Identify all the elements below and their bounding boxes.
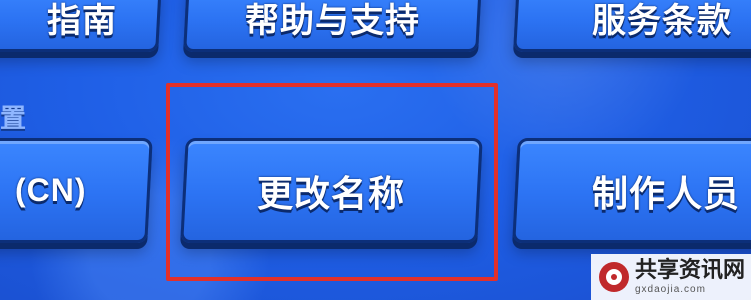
highlight-annotation-box: [166, 83, 498, 281]
watermark-text: 共享资讯网 gxdaojia.com: [635, 257, 746, 295]
credits-button[interactable]: 制作人员: [512, 138, 751, 243]
watermark: 共享资讯网 gxdaojia.com: [591, 254, 751, 300]
help-support-button-label: 帮助与支持: [245, 1, 420, 40]
watermark-url: gxdaojia.com: [635, 283, 706, 295]
guide-button[interactable]: 指南: [0, 0, 162, 52]
region-button[interactable]: (CN): [0, 138, 153, 243]
watermark-logo-icon: [599, 262, 629, 292]
guide-button-label: 指南: [47, 1, 117, 40]
watermark-title: 共享资讯网: [635, 257, 746, 283]
terms-of-service-button[interactable]: 服务条款: [513, 0, 751, 52]
terms-button-label: 服务条款: [592, 1, 732, 40]
credits-button-label: 制作人员: [592, 172, 741, 214]
section-label: 置: [0, 103, 27, 133]
region-button-label: (CN): [15, 172, 87, 208]
help-support-button[interactable]: 帮助与支持: [183, 0, 482, 52]
